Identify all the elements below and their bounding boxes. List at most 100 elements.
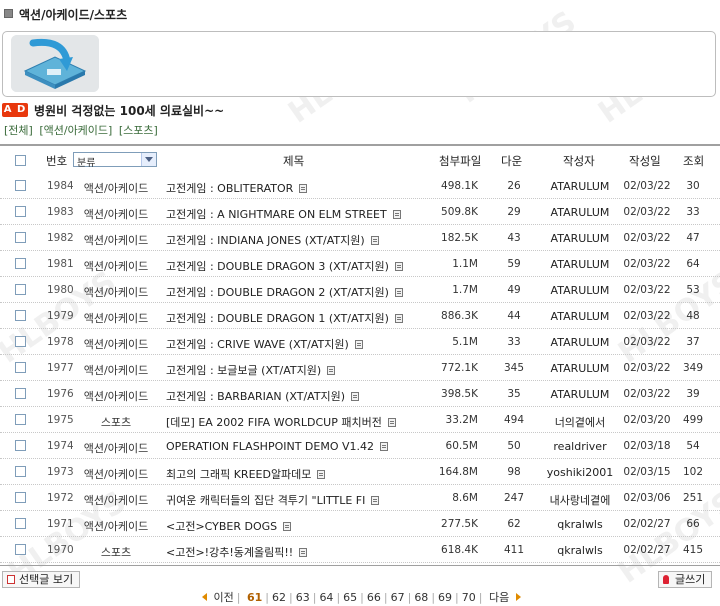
post-subject-text[interactable]: 고전게임 : CRIVE WAVE (XT/AT지원) xyxy=(166,338,349,351)
post-author[interactable]: qkralwls xyxy=(540,518,620,531)
post-subject-text[interactable]: 고전게임 : BARBARIAN (XT/AT지원) xyxy=(166,390,345,403)
write-button[interactable]: 글쓰기 xyxy=(658,571,713,588)
next-page-link[interactable]: 다음 xyxy=(489,591,509,604)
post-subject-text[interactable]: OPERATION FLASHPOINT DEMO V1.42 xyxy=(166,440,374,453)
category-link-sports[interactable]: [스포츠] xyxy=(119,124,158,137)
post-author[interactable]: ATARULUM xyxy=(540,258,620,271)
row-checkbox[interactable] xyxy=(15,466,26,477)
post-category[interactable]: 액션/아케이드 xyxy=(74,388,158,404)
page-link-65[interactable]: 65 xyxy=(343,591,357,604)
ad-link[interactable]: 병원비 걱정없는 100세 의료실비~~ xyxy=(34,102,224,119)
category-filter-select[interactable]: 분류 xyxy=(73,152,157,169)
row-checkbox[interactable] xyxy=(15,258,26,269)
post-author[interactable]: ATARULUM xyxy=(540,388,620,401)
row-checkbox[interactable] xyxy=(15,440,26,451)
post-subject-text[interactable]: 고전게임 : DOUBLE DRAGON 1 (XT/AT지원) xyxy=(166,312,389,325)
row-checkbox[interactable] xyxy=(15,336,26,347)
page-link-66[interactable]: 66 xyxy=(367,591,381,604)
post-author[interactable]: 너의곁에서 xyxy=(540,414,620,430)
post-category[interactable]: 스포츠 xyxy=(74,414,158,430)
post-subject[interactable]: 귀여운 캐릭터들의 집단 격투기 "LITTLE FI xyxy=(166,492,428,508)
row-checkbox[interactable] xyxy=(15,284,26,295)
post-subject-text[interactable]: 고전게임 : OBLITERATOR xyxy=(166,182,293,195)
page-link-69[interactable]: 69 xyxy=(438,591,452,604)
post-subject-text[interactable]: 고전게임 : 보글보글 (XT/AT지원) xyxy=(166,364,321,377)
post-subject[interactable]: 고전게임 : CRIVE WAVE (XT/AT지원) xyxy=(166,336,428,352)
post-author[interactable]: ATARULUM xyxy=(540,232,620,245)
post-subject[interactable]: 고전게임 : INDIANA JONES (XT/AT지원) xyxy=(166,232,428,248)
page-link-68[interactable]: 68 xyxy=(414,591,428,604)
row-checkbox[interactable] xyxy=(15,388,26,399)
page-link-61[interactable]: 61 xyxy=(247,591,262,604)
row-checkbox[interactable] xyxy=(15,206,26,217)
post-subject-text[interactable]: [데모] EA 2002 FIFA WORLDCUP 패치버전 xyxy=(166,416,382,429)
post-category[interactable]: 액션/아케이드 xyxy=(74,440,158,456)
post-subject-text[interactable]: 고전게임 : DOUBLE DRAGON 3 (XT/AT지원) xyxy=(166,260,389,273)
page-link-62[interactable]: 62 xyxy=(272,591,286,604)
post-category[interactable]: 액션/아케이드 xyxy=(74,180,158,196)
row-checkbox[interactable] xyxy=(15,180,26,191)
attachment-size: 772.1K xyxy=(441,362,478,374)
post-subject-text[interactable]: 고전게임 : DOUBLE DRAGON 2 (XT/AT지원) xyxy=(166,286,389,299)
post-subject[interactable]: 고전게임 : DOUBLE DRAGON 1 (XT/AT지원) xyxy=(166,310,428,326)
select-all-checkbox[interactable] xyxy=(15,155,26,166)
post-category[interactable]: 액션/아케이드 xyxy=(74,232,158,248)
post-subject-text[interactable]: <고전>!강추!동계올림픽!! xyxy=(166,546,293,559)
table-row: 1982 액션/아케이드 고전게임 : INDIANA JONES (XT/AT… xyxy=(0,225,720,251)
post-subject[interactable]: OPERATION FLASHPOINT DEMO V1.42 xyxy=(166,440,428,453)
select-view-button[interactable]: 선택글 보기 xyxy=(2,571,81,588)
post-category[interactable]: 액션/아케이드 xyxy=(74,518,158,534)
category-link-all[interactable]: [전체] xyxy=(4,124,33,137)
post-subject[interactable]: 최고의 그래픽 KREED알파데모 xyxy=(166,466,428,482)
page-link-67[interactable]: 67 xyxy=(391,591,405,604)
post-category[interactable]: 액션/아케이드 xyxy=(74,492,158,508)
post-subject-text[interactable]: 최고의 그래픽 KREED알파데모 xyxy=(166,468,311,481)
post-category[interactable]: 액션/아케이드 xyxy=(74,206,158,222)
row-checkbox[interactable] xyxy=(15,362,26,373)
post-subject[interactable]: 고전게임 : 보글보글 (XT/AT지원) xyxy=(166,362,428,378)
post-subject-text[interactable]: 귀여운 캐릭터들의 집단 격투기 "LITTLE FI xyxy=(166,494,365,507)
post-category[interactable]: 액션/아케이드 xyxy=(74,336,158,352)
post-category[interactable]: 액션/아케이드 xyxy=(74,466,158,482)
table-row: 1977 액션/아케이드 고전게임 : 보글보글 (XT/AT지원) 772.1… xyxy=(0,355,720,381)
category-link-action[interactable]: [액션/아케이드] xyxy=(39,124,112,137)
post-author[interactable]: ATARULUM xyxy=(540,284,620,297)
post-subject-text[interactable]: 고전게임 : INDIANA JONES (XT/AT지원) xyxy=(166,234,365,247)
post-author[interactable]: ATARULUM xyxy=(540,180,620,193)
post-subject[interactable]: 고전게임 : A NIGHTMARE ON ELM STREET xyxy=(166,206,428,222)
post-author[interactable]: ATARULUM xyxy=(540,336,620,349)
page-link-63[interactable]: 63 xyxy=(296,591,310,604)
post-author[interactable]: yoshiki2001 xyxy=(540,466,620,479)
post-author[interactable]: ATARULUM xyxy=(540,310,620,323)
post-subject[interactable]: 고전게임 : BARBARIAN (XT/AT지원) xyxy=(166,388,428,404)
row-checkbox[interactable] xyxy=(15,232,26,243)
post-category[interactable]: 스포츠 xyxy=(74,544,158,560)
post-category[interactable]: 액션/아케이드 xyxy=(74,258,158,274)
view-count: 66 xyxy=(686,518,700,530)
row-checkbox[interactable] xyxy=(15,492,26,503)
post-author[interactable]: 내사랑네곁에 xyxy=(540,492,620,508)
row-checkbox[interactable] xyxy=(15,544,26,555)
post-author[interactable]: ATARULUM xyxy=(540,206,620,219)
post-author[interactable]: ATARULUM xyxy=(540,362,620,375)
post-subject-text[interactable]: 고전게임 : A NIGHTMARE ON ELM STREET xyxy=(166,208,387,221)
page-link-64[interactable]: 64 xyxy=(319,591,333,604)
post-subject[interactable]: [데모] EA 2002 FIFA WORLDCUP 패치버전 xyxy=(166,414,428,430)
post-subject[interactable]: 고전게임 : DOUBLE DRAGON 3 (XT/AT지원) xyxy=(166,258,428,274)
prev-page-link[interactable]: 이전 xyxy=(214,591,234,604)
page-link-70[interactable]: 70 xyxy=(462,591,476,604)
post-subject[interactable]: 고전게임 : OBLITERATOR xyxy=(166,180,428,196)
download-count: 29 xyxy=(507,206,521,218)
row-checkbox[interactable] xyxy=(15,414,26,425)
post-author[interactable]: qkralwls xyxy=(540,544,620,557)
post-subject[interactable]: 고전게임 : DOUBLE DRAGON 2 (XT/AT지원) xyxy=(166,284,428,300)
post-category[interactable]: 액션/아케이드 xyxy=(74,284,158,300)
post-subject[interactable]: <고전>CYBER DOGS xyxy=(166,518,428,534)
post-subject-text[interactable]: <고전>CYBER DOGS xyxy=(166,520,277,533)
row-checkbox[interactable] xyxy=(15,518,26,529)
post-subject[interactable]: <고전>!강추!동계올림픽!! xyxy=(166,544,428,560)
row-checkbox[interactable] xyxy=(15,310,26,321)
post-author[interactable]: realdriver xyxy=(540,440,620,453)
post-category[interactable]: 액션/아케이드 xyxy=(74,310,158,326)
post-category[interactable]: 액션/아케이드 xyxy=(74,362,158,378)
